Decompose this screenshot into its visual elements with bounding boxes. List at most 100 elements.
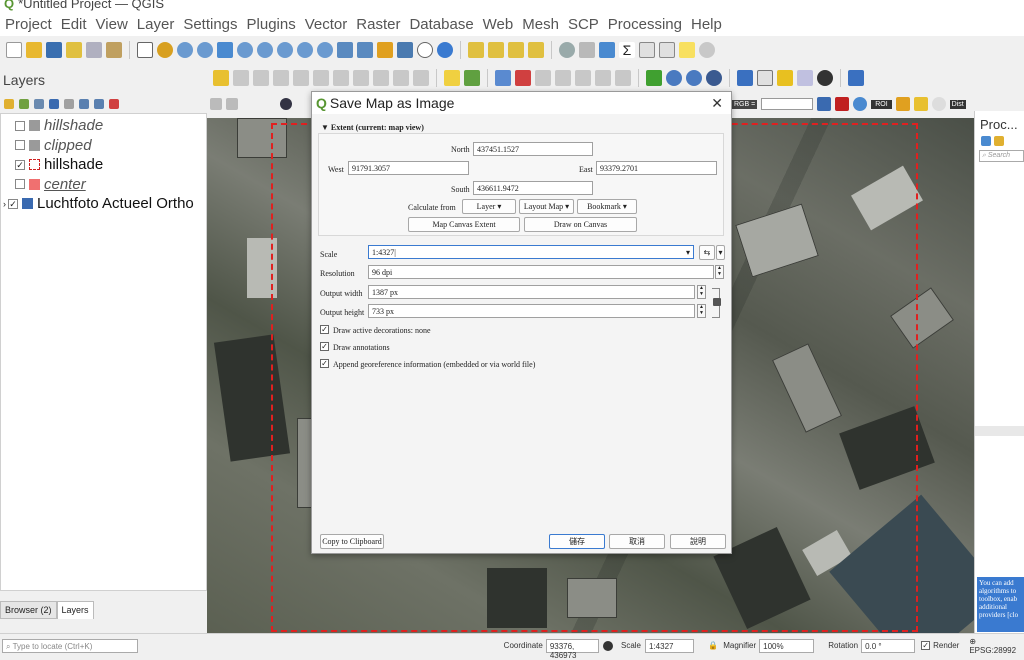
filter-expression-icon[interactable] (64, 99, 74, 109)
menu-mesh[interactable]: Mesh (517, 16, 563, 33)
cut-icon[interactable] (333, 70, 349, 86)
new-map-view-icon[interactable] (337, 42, 353, 58)
draw-on-canvas-button[interactable]: Draw on Canvas (524, 217, 637, 232)
output-height-input[interactable]: 733 px (368, 304, 695, 318)
processing-search-input[interactable]: ⌕ Search (979, 150, 1024, 162)
lock-aspect-icon[interactable] (713, 298, 721, 306)
copy-icon[interactable] (353, 70, 369, 86)
layer-row-hillshade-2[interactable]: ✓ hillshade (1, 155, 206, 175)
menu-help[interactable]: Help (686, 16, 726, 33)
layout-manager-icon[interactable] (86, 42, 102, 58)
add-group-icon[interactable] (19, 99, 29, 109)
python-icon[interactable] (737, 70, 753, 86)
layer-checkbox[interactable] (15, 120, 25, 131)
triangle-icon[interactable] (646, 70, 662, 86)
tab-browser[interactable]: Browser (2) (0, 601, 57, 619)
scp-refresh-icon[interactable] (931, 97, 946, 111)
locator-icon[interactable] (699, 42, 715, 58)
select-by-value-icon[interactable] (488, 42, 504, 58)
attribute-table-icon[interactable] (639, 42, 655, 58)
zoom-next-icon[interactable] (317, 42, 333, 58)
scp-add-icon[interactable] (913, 97, 928, 111)
save-project-icon[interactable] (46, 42, 62, 58)
calc-layout-map-button[interactable]: Layout Map ▾ (519, 199, 574, 214)
expand-all-icon[interactable] (79, 99, 89, 109)
new-layout-icon[interactable] (66, 42, 82, 58)
refresh-icon[interactable] (437, 42, 453, 58)
layer-checkbox[interactable] (15, 140, 25, 151)
open-project-icon[interactable] (26, 42, 42, 58)
redo-icon[interactable] (413, 70, 429, 86)
calc-bookmark-button[interactable]: Bookmark ▾ (577, 199, 637, 214)
menu-web[interactable]: Web (478, 16, 518, 33)
menu-layer[interactable]: Layer (132, 16, 179, 33)
annotation-icon[interactable] (515, 70, 531, 86)
layer-row-luchtfoto[interactable]: › ✓ Luchtfoto Actueel Ortho (1, 194, 206, 214)
label-style-icon[interactable] (464, 70, 480, 86)
identify-icon[interactable] (559, 42, 575, 58)
output-width-spinner[interactable]: ▲ ▼ (697, 285, 706, 299)
plugin-binoculars-icon[interactable] (817, 70, 833, 86)
menu-view[interactable]: View (91, 16, 132, 33)
scale-lock-icon[interactable]: ⇆ (699, 245, 715, 260)
plugin-b-icon[interactable] (777, 70, 793, 86)
deselect-icon[interactable] (508, 42, 524, 58)
save-edits-icon[interactable] (233, 70, 249, 86)
scp-preview-icon[interactable] (895, 97, 910, 111)
bookmark-icon[interactable] (377, 42, 393, 58)
processing-scripts-icon[interactable] (994, 136, 1004, 146)
tab-layers[interactable]: Layers (56, 601, 94, 619)
scale-status-input[interactable]: 1:4327 (645, 638, 695, 653)
undo-icon[interactable] (393, 70, 409, 86)
select-location-icon[interactable] (528, 42, 544, 58)
render-checkbox[interactable]: ✓ (921, 641, 931, 650)
zoom-native-icon[interactable] (277, 42, 293, 58)
zoom-in-icon[interactable] (177, 42, 193, 58)
plugin-a-icon[interactable] (757, 70, 773, 86)
tool-c-icon[interactable] (575, 70, 591, 86)
menu-processing[interactable]: Processing (603, 16, 686, 33)
add-point-icon[interactable] (253, 70, 269, 86)
raster-tool-b-icon[interactable] (226, 98, 238, 110)
extent-header[interactable]: ▼ Extent (current: map view) (321, 123, 424, 132)
layer-checkbox[interactable]: ✓ (8, 198, 18, 209)
map-tips-icon[interactable] (679, 42, 695, 58)
zoom-out-icon[interactable] (197, 42, 213, 58)
temporal-icon[interactable] (417, 42, 433, 58)
style-manager-icon[interactable] (106, 42, 122, 58)
menu-project[interactable]: Project (0, 16, 56, 33)
layer-checkbox[interactable] (15, 179, 25, 190)
save-button[interactable]: 儲存 (549, 534, 605, 549)
rotation-input[interactable]: 0.0 ° (861, 638, 916, 653)
label-icon[interactable] (444, 70, 460, 86)
calc-layer-button[interactable]: Layer ▾ (462, 199, 516, 214)
resolution-spinner[interactable]: ▲ ▼ (715, 265, 724, 279)
open-style-icon[interactable] (4, 99, 14, 109)
scp-search-icon[interactable] (666, 70, 682, 86)
scale-input[interactable]: 1:4327| ▾ (368, 245, 694, 259)
layer-row-center[interactable]: center (1, 175, 206, 195)
plugin-chart-icon[interactable] (797, 70, 813, 86)
scale-menu-arrow-icon[interactable]: ▾ (716, 245, 725, 260)
expand-arrow-icon[interactable]: › (3, 199, 6, 209)
scp-zoom-roi-icon[interactable] (853, 97, 868, 111)
zoom-selection-icon[interactable] (237, 42, 253, 58)
map-canvas-extent-button[interactable]: Map Canvas Extent (408, 217, 520, 232)
raster-tool-c-icon[interactable] (280, 98, 292, 110)
zoom-full-icon[interactable] (217, 42, 233, 58)
tool-d-icon[interactable] (595, 70, 611, 86)
east-input[interactable]: 93379.2701 (596, 161, 717, 175)
annotations-checkbox[interactable]: ✓ (320, 342, 329, 351)
output-width-input[interactable]: 1387 px (368, 285, 695, 299)
scp-zoom-icon[interactable] (686, 70, 702, 86)
menu-scp[interactable]: SCP (563, 16, 603, 33)
west-input[interactable]: 91791.3057 (348, 161, 469, 175)
zoom-layer-icon[interactable] (257, 42, 273, 58)
output-height-spinner[interactable]: ▲ ▼ (697, 304, 706, 318)
rgb-select[interactable] (761, 98, 814, 110)
settings-gear-icon[interactable] (599, 42, 615, 58)
tool-a-icon[interactable] (535, 70, 551, 86)
collapse-all-icon[interactable] (94, 99, 104, 109)
north-input[interactable]: 437451.1527 (473, 142, 593, 156)
filter-legend-icon[interactable] (49, 99, 59, 109)
